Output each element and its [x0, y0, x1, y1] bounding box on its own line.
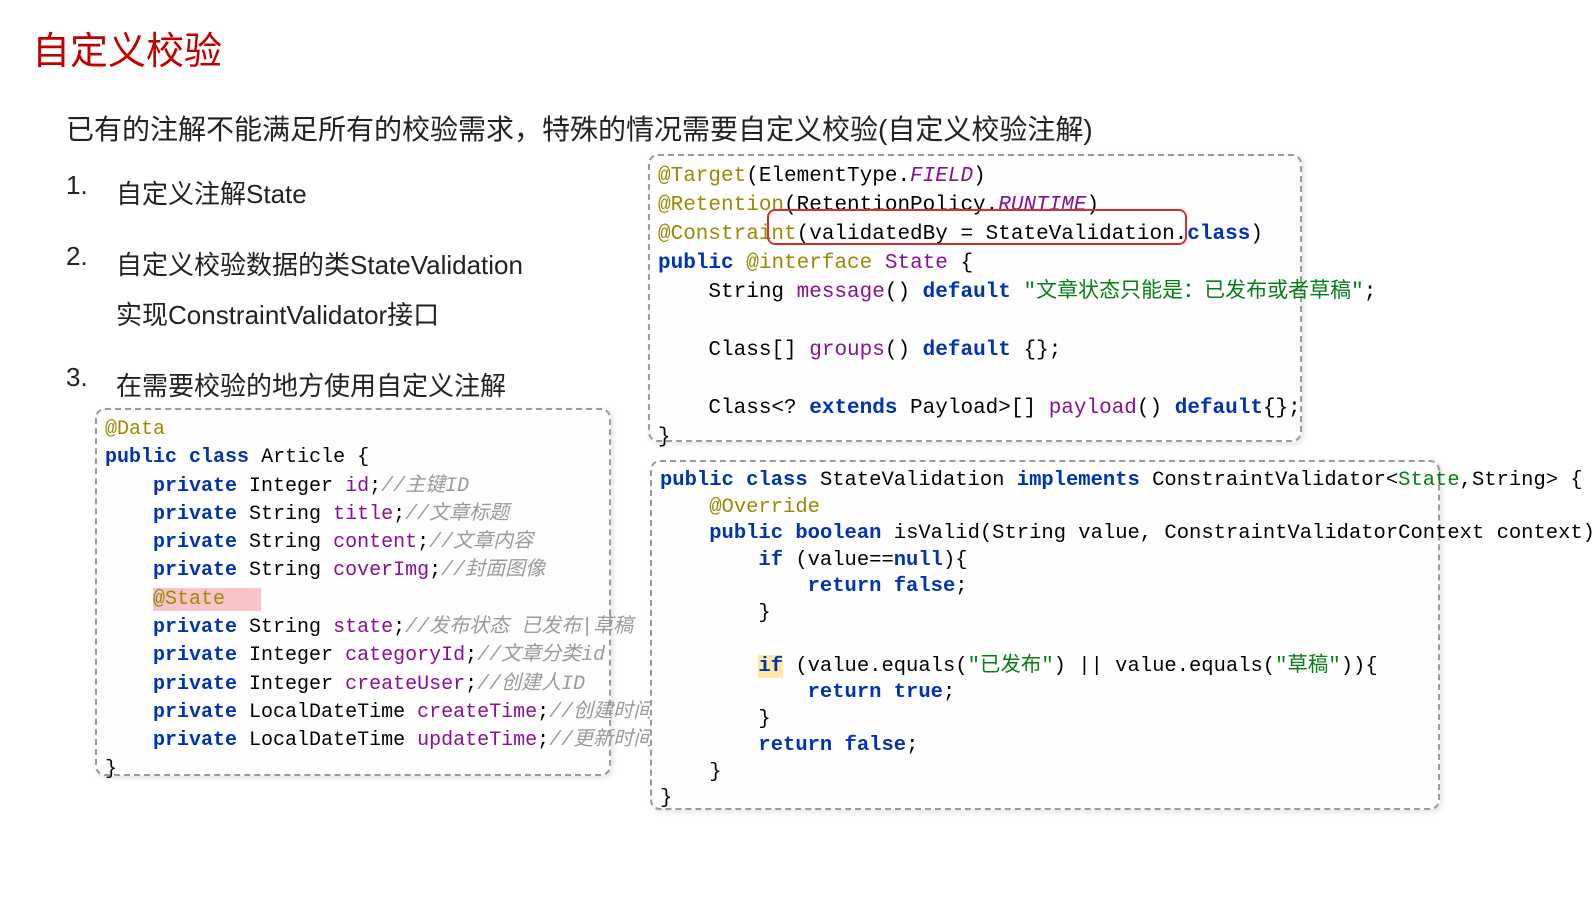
code-block-state-annotation: @Target(ElementType.FIELD) @Retention(Re… [648, 154, 1302, 442]
page-title: 自定义校验 [32, 20, 222, 75]
ordered-list: 1. 自定义注解State 2. 自定义校验数据的类StateValidatio… [66, 170, 523, 434]
list-item: 3. 在需要校验的地方使用自定义注解 [66, 362, 523, 411]
list-number: 1. [66, 170, 116, 219]
page-subtitle: 已有的注解不能满足所有的校验需求，特殊的情况需要自定义校验(自定义校验注解) [66, 108, 1093, 148]
list-number: 3. [66, 362, 116, 411]
list-text: 自定义校验数据的类StateValidation 实现ConstraintVal… [116, 241, 523, 340]
list-text: 在需要校验的地方使用自定义注解 [116, 362, 506, 411]
list-item: 2. 自定义校验数据的类StateValidation 实现Constraint… [66, 241, 523, 340]
list-item: 1. 自定义注解State [66, 170, 523, 219]
code-block-state-validation: public class StateValidation implements … [650, 460, 1440, 810]
list-number: 2. [66, 241, 116, 340]
list-text: 自定义注解State [116, 170, 307, 219]
code-block-article: @Data public class Article { private Int… [95, 408, 611, 776]
